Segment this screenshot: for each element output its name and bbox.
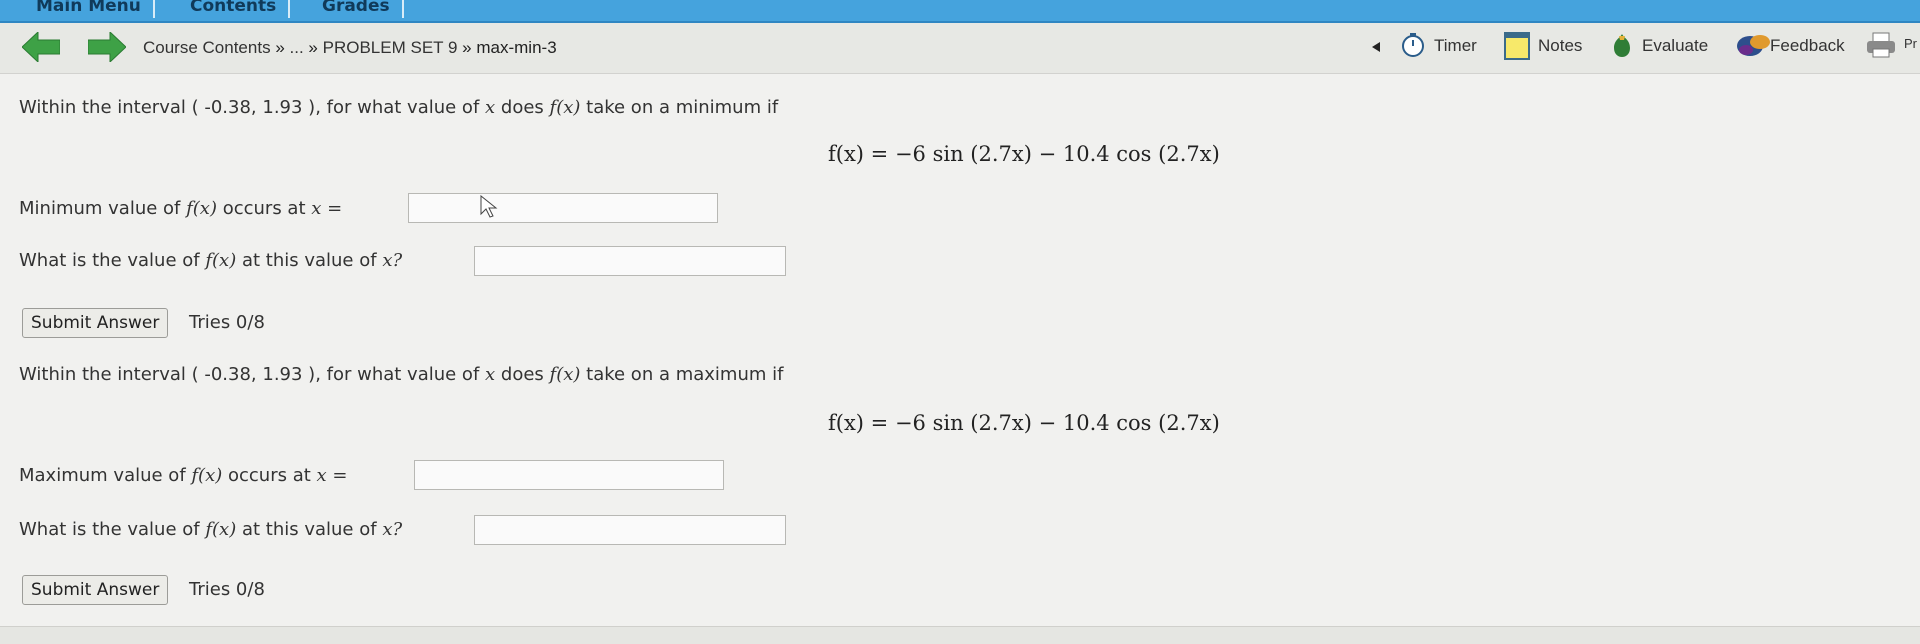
mouse-cursor-icon xyxy=(480,195,498,218)
part2-q2-fx: f(x) xyxy=(205,519,237,540)
evaluate-icon xyxy=(1614,34,1630,57)
part2-q1-var: x = xyxy=(316,465,348,486)
part1-q2-fx: f(x) xyxy=(205,250,237,271)
part2-prompt-var: x xyxy=(485,364,496,385)
part2-tries-counter: Tries 0/8 xyxy=(189,579,265,600)
max-fx-answer-input[interactable] xyxy=(474,515,786,545)
collapse-arrow-icon[interactable] xyxy=(1370,41,1382,53)
part2-q2-text-b: at this value of xyxy=(241,519,377,540)
print-label: Pr xyxy=(1904,36,1917,51)
part1-prompt-text-b: does xyxy=(500,97,544,118)
part1-q1-fx: f(x) xyxy=(186,198,217,219)
printer-icon xyxy=(1867,32,1895,58)
part1-prompt-text-a: Within the interval ( -0.38, 1.93 ), for… xyxy=(19,97,480,118)
tab-main-menu[interactable]: Main Menu xyxy=(24,0,155,18)
part1-question-min-fx: What is the value of f(x) at this value … xyxy=(19,250,402,271)
notes-label: Notes xyxy=(1538,36,1583,55)
part1-prompt-fx: f(x) xyxy=(549,97,581,118)
part1-formula: f(x) = −6 sin (2.7x) − 10.4 cos (2.7x) xyxy=(828,142,1220,166)
part2-q1-text-b: occurs at xyxy=(227,465,311,486)
part2-prompt-fx: f(x) xyxy=(549,364,581,385)
breadcrumb-separator: » xyxy=(275,38,285,57)
submit-answer-button-part1[interactable]: Submit Answer xyxy=(22,308,169,338)
max-x-answer-input[interactable] xyxy=(414,460,724,490)
part1-q2-text-a: What is the value of xyxy=(19,250,200,271)
min-fx-answer-input[interactable] xyxy=(474,246,786,276)
part2-question-max-fx: What is the value of f(x) at this value … xyxy=(19,519,402,540)
part2-prompt-text-a: Within the interval ( -0.38, 1.93 ), for… xyxy=(19,364,480,385)
part1-prompt-var: x xyxy=(485,97,496,118)
submit-answer-button-part2[interactable]: Submit Answer xyxy=(22,575,169,605)
timer-label: Timer xyxy=(1434,36,1477,55)
top-menu-bar: Main Menu Contents Grades xyxy=(0,0,1920,23)
part1-q1-text-a: Minimum value of xyxy=(19,198,181,219)
timer-icon xyxy=(1402,33,1424,57)
breadcrumb: Course Contents » ... » PROBLEM SET 9 » … xyxy=(143,38,557,58)
part1-prompt-text-c: take on a minimum if xyxy=(586,97,779,118)
evaluate-label: Evaluate xyxy=(1642,36,1709,55)
part1-q1-var: x = xyxy=(311,198,343,219)
part1-q1-text-b: occurs at xyxy=(222,198,306,219)
breadcrumb-current: max-min-3 xyxy=(476,38,557,57)
feedback-icon xyxy=(1737,35,1770,56)
part2-prompt-text-b: does xyxy=(500,364,544,385)
tab-grades[interactable]: Grades xyxy=(310,0,404,18)
notes-icon xyxy=(1504,32,1530,60)
part2-prompt-text-c: take on a maximum if xyxy=(586,364,784,385)
part2-q2-var: x? xyxy=(382,519,403,540)
previous-arrow-icon[interactable] xyxy=(22,32,60,62)
part2-q1-fx: f(x) xyxy=(191,465,223,486)
breadcrumb-course-contents[interactable]: Course Contents xyxy=(143,38,271,57)
breadcrumb-separator: » xyxy=(462,38,472,57)
part1-tries-counter: Tries 0/8 xyxy=(189,312,265,333)
part2-formula: f(x) = −6 sin (2.7x) − 10.4 cos (2.7x) xyxy=(828,411,1220,435)
part2-q2-text-a: What is the value of xyxy=(19,519,200,540)
part1-q2-var: x? xyxy=(382,250,403,271)
tab-contents[interactable]: Contents xyxy=(178,0,291,18)
breadcrumb-ellipsis[interactable]: ... xyxy=(290,38,304,57)
bottom-strip xyxy=(0,626,1920,644)
feedback-label: Feedback xyxy=(1770,36,1845,55)
min-x-answer-input[interactable] xyxy=(408,193,718,223)
part1-question-min-x: Minimum value of f(x) occurs at x = xyxy=(19,198,342,219)
part1-q2-text-b: at this value of xyxy=(241,250,377,271)
part2-prompt: Within the interval ( -0.38, 1.93 ), for… xyxy=(19,364,783,385)
breadcrumb-problem-set[interactable]: PROBLEM SET 9 xyxy=(323,38,458,57)
next-arrow-icon[interactable] xyxy=(88,32,126,62)
part2-question-max-x: Maximum value of f(x) occurs at x = xyxy=(19,465,348,486)
part2-q1-text-a: Maximum value of xyxy=(19,465,186,486)
part1-prompt: Within the interval ( -0.38, 1.93 ), for… xyxy=(19,97,778,118)
breadcrumb-separator: » xyxy=(308,38,318,57)
